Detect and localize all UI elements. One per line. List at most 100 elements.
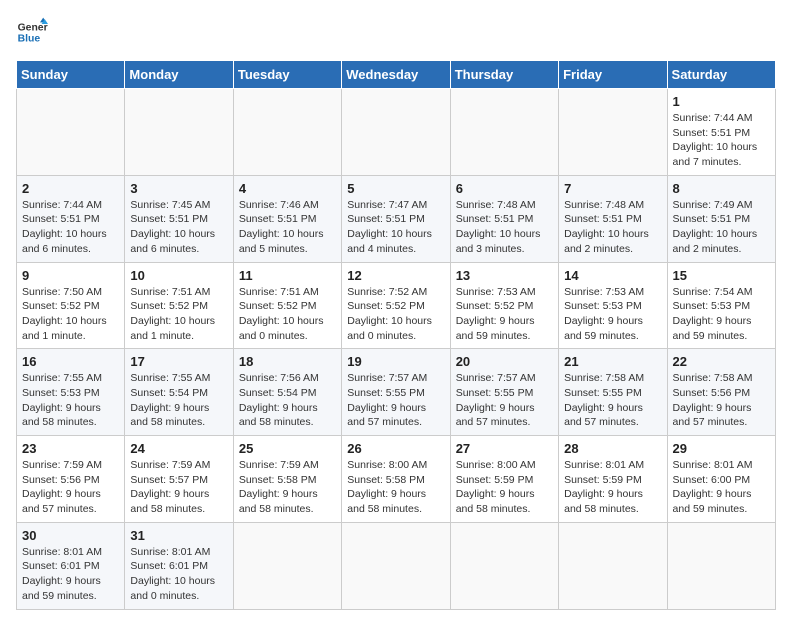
calendar-day-cell: 24 Sunrise: 7:59 AMSunset: 5:57 PMDaylig… <box>125 436 233 523</box>
calendar-day-cell <box>667 522 775 609</box>
calendar-day-cell: 29 Sunrise: 8:01 AMSunset: 6:00 PMDaylig… <box>667 436 775 523</box>
calendar-day-cell <box>450 522 558 609</box>
day-detail: Sunrise: 7:46 AMSunset: 5:51 PMDaylight:… <box>239 199 324 255</box>
day-number: 7 <box>564 181 661 196</box>
calendar-day-cell: 9 Sunrise: 7:50 AMSunset: 5:52 PMDayligh… <box>17 262 125 349</box>
day-number: 2 <box>22 181 119 196</box>
day-detail: Sunrise: 7:50 AMSunset: 5:52 PMDaylight:… <box>22 286 107 342</box>
calendar-day-cell: 22 Sunrise: 7:58 AMSunset: 5:56 PMDaylig… <box>667 349 775 436</box>
page-header: General Blue <box>16 16 776 48</box>
calendar-week-row: 30 Sunrise: 8:01 AMSunset: 6:01 PMDaylig… <box>17 522 776 609</box>
day-detail: Sunrise: 7:48 AMSunset: 5:51 PMDaylight:… <box>564 199 649 255</box>
calendar-day-cell: 2 Sunrise: 7:44 AMSunset: 5:51 PMDayligh… <box>17 175 125 262</box>
day-number: 10 <box>130 268 227 283</box>
day-detail: Sunrise: 7:47 AMSunset: 5:51 PMDaylight:… <box>347 199 432 255</box>
calendar-day-cell <box>342 522 450 609</box>
day-of-week-header: Thursday <box>450 61 558 89</box>
calendar-day-cell: 27 Sunrise: 8:00 AMSunset: 5:59 PMDaylig… <box>450 436 558 523</box>
day-number: 20 <box>456 354 553 369</box>
calendar-day-cell: 18 Sunrise: 7:56 AMSunset: 5:54 PMDaylig… <box>233 349 341 436</box>
day-detail: Sunrise: 7:55 AMSunset: 5:53 PMDaylight:… <box>22 372 102 428</box>
calendar-body: 1 Sunrise: 7:44 AMSunset: 5:51 PMDayligh… <box>17 89 776 610</box>
calendar-day-cell <box>559 89 667 176</box>
calendar-day-cell: 4 Sunrise: 7:46 AMSunset: 5:51 PMDayligh… <box>233 175 341 262</box>
day-number: 18 <box>239 354 336 369</box>
day-of-week-header: Sunday <box>17 61 125 89</box>
calendar-day-cell: 13 Sunrise: 7:53 AMSunset: 5:52 PMDaylig… <box>450 262 558 349</box>
day-number: 11 <box>239 268 336 283</box>
day-detail: Sunrise: 7:52 AMSunset: 5:52 PMDaylight:… <box>347 286 432 342</box>
calendar-day-cell <box>233 522 341 609</box>
calendar-day-cell: 21 Sunrise: 7:58 AMSunset: 5:55 PMDaylig… <box>559 349 667 436</box>
day-detail: Sunrise: 7:59 AMSunset: 5:58 PMDaylight:… <box>239 459 319 515</box>
calendar-day-cell: 10 Sunrise: 7:51 AMSunset: 5:52 PMDaylig… <box>125 262 233 349</box>
calendar-day-cell <box>17 89 125 176</box>
calendar-day-cell: 5 Sunrise: 7:47 AMSunset: 5:51 PMDayligh… <box>342 175 450 262</box>
day-detail: Sunrise: 8:00 AMSunset: 5:58 PMDaylight:… <box>347 459 427 515</box>
calendar-day-cell: 15 Sunrise: 7:54 AMSunset: 5:53 PMDaylig… <box>667 262 775 349</box>
day-number: 3 <box>130 181 227 196</box>
calendar-day-cell <box>342 89 450 176</box>
day-number: 8 <box>673 181 770 196</box>
calendar-day-cell: 8 Sunrise: 7:49 AMSunset: 5:51 PMDayligh… <box>667 175 775 262</box>
day-number: 23 <box>22 441 119 456</box>
calendar-day-cell: 25 Sunrise: 7:59 AMSunset: 5:58 PMDaylig… <box>233 436 341 523</box>
calendar-week-row: 23 Sunrise: 7:59 AMSunset: 5:56 PMDaylig… <box>17 436 776 523</box>
day-number: 21 <box>564 354 661 369</box>
day-detail: Sunrise: 7:57 AMSunset: 5:55 PMDaylight:… <box>456 372 536 428</box>
day-detail: Sunrise: 7:53 AMSunset: 5:52 PMDaylight:… <box>456 286 536 342</box>
day-detail: Sunrise: 8:00 AMSunset: 5:59 PMDaylight:… <box>456 459 536 515</box>
calendar-week-row: 1 Sunrise: 7:44 AMSunset: 5:51 PMDayligh… <box>17 89 776 176</box>
calendar-week-row: 16 Sunrise: 7:55 AMSunset: 5:53 PMDaylig… <box>17 349 776 436</box>
day-detail: Sunrise: 7:49 AMSunset: 5:51 PMDaylight:… <box>673 199 758 255</box>
calendar-day-cell: 19 Sunrise: 7:57 AMSunset: 5:55 PMDaylig… <box>342 349 450 436</box>
calendar-day-cell: 30 Sunrise: 8:01 AMSunset: 6:01 PMDaylig… <box>17 522 125 609</box>
day-number: 15 <box>673 268 770 283</box>
calendar-day-cell: 17 Sunrise: 7:55 AMSunset: 5:54 PMDaylig… <box>125 349 233 436</box>
day-number: 17 <box>130 354 227 369</box>
day-of-week-header: Wednesday <box>342 61 450 89</box>
day-detail: Sunrise: 7:58 AMSunset: 5:56 PMDaylight:… <box>673 372 753 428</box>
day-number: 28 <box>564 441 661 456</box>
calendar-day-cell <box>125 89 233 176</box>
calendar-day-cell: 31 Sunrise: 8:01 AMSunset: 6:01 PMDaylig… <box>125 522 233 609</box>
calendar-week-row: 9 Sunrise: 7:50 AMSunset: 5:52 PMDayligh… <box>17 262 776 349</box>
calendar-day-cell: 12 Sunrise: 7:52 AMSunset: 5:52 PMDaylig… <box>342 262 450 349</box>
day-number: 24 <box>130 441 227 456</box>
day-detail: Sunrise: 7:54 AMSunset: 5:53 PMDaylight:… <box>673 286 753 342</box>
day-of-week-header: Tuesday <box>233 61 341 89</box>
day-number: 22 <box>673 354 770 369</box>
calendar-day-cell: 26 Sunrise: 8:00 AMSunset: 5:58 PMDaylig… <box>342 436 450 523</box>
day-detail: Sunrise: 7:45 AMSunset: 5:51 PMDaylight:… <box>130 199 215 255</box>
day-number: 12 <box>347 268 444 283</box>
calendar-day-cell: 20 Sunrise: 7:57 AMSunset: 5:55 PMDaylig… <box>450 349 558 436</box>
calendar-day-cell: 11 Sunrise: 7:51 AMSunset: 5:52 PMDaylig… <box>233 262 341 349</box>
day-number: 13 <box>456 268 553 283</box>
logo-icon: General Blue <box>16 16 48 48</box>
day-number: 31 <box>130 528 227 543</box>
calendar-header: SundayMondayTuesdayWednesdayThursdayFrid… <box>17 61 776 89</box>
day-detail: Sunrise: 7:44 AMSunset: 5:51 PMDaylight:… <box>673 112 758 168</box>
day-detail: Sunrise: 7:58 AMSunset: 5:55 PMDaylight:… <box>564 372 644 428</box>
day-of-week-header: Saturday <box>667 61 775 89</box>
calendar-week-row: 2 Sunrise: 7:44 AMSunset: 5:51 PMDayligh… <box>17 175 776 262</box>
day-detail: Sunrise: 7:57 AMSunset: 5:55 PMDaylight:… <box>347 372 427 428</box>
day-of-week-header: Monday <box>125 61 233 89</box>
day-detail: Sunrise: 7:53 AMSunset: 5:53 PMDaylight:… <box>564 286 644 342</box>
day-number: 26 <box>347 441 444 456</box>
day-detail: Sunrise: 7:59 AMSunset: 5:57 PMDaylight:… <box>130 459 210 515</box>
logo: General Blue <box>16 16 48 48</box>
calendar-header-row: SundayMondayTuesdayWednesdayThursdayFrid… <box>17 61 776 89</box>
calendar-day-cell: 14 Sunrise: 7:53 AMSunset: 5:53 PMDaylig… <box>559 262 667 349</box>
calendar-day-cell: 7 Sunrise: 7:48 AMSunset: 5:51 PMDayligh… <box>559 175 667 262</box>
day-number: 19 <box>347 354 444 369</box>
calendar-day-cell: 23 Sunrise: 7:59 AMSunset: 5:56 PMDaylig… <box>17 436 125 523</box>
day-number: 9 <box>22 268 119 283</box>
day-detail: Sunrise: 7:51 AMSunset: 5:52 PMDaylight:… <box>239 286 324 342</box>
day-detail: Sunrise: 8:01 AMSunset: 6:01 PMDaylight:… <box>22 546 102 602</box>
day-detail: Sunrise: 7:59 AMSunset: 5:56 PMDaylight:… <box>22 459 102 515</box>
day-number: 14 <box>564 268 661 283</box>
day-detail: Sunrise: 8:01 AMSunset: 6:00 PMDaylight:… <box>673 459 753 515</box>
svg-text:General: General <box>18 22 48 33</box>
day-number: 5 <box>347 181 444 196</box>
